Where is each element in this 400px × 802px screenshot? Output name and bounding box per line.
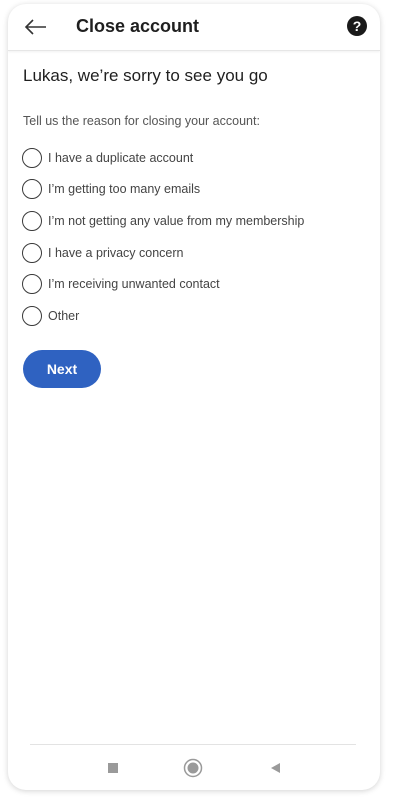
reason-option-unwanted-contact[interactable]: I’m receiving unwanted contact <box>22 268 372 300</box>
farewell-heading: Lukas, we’re sorry to see you go <box>23 66 268 85</box>
option-label: I have a duplicate account <box>48 150 194 165</box>
radio-button[interactable] <box>22 179 42 200</box>
radio-button[interactable] <box>22 147 42 168</box>
back-button[interactable] <box>20 12 52 42</box>
system-nav-bar <box>30 744 356 790</box>
radio-button[interactable] <box>22 274 42 295</box>
reason-option-duplicate[interactable]: I have a duplicate account <box>22 142 372 174</box>
radio-button[interactable] <box>22 242 42 263</box>
home-circle-icon <box>183 758 203 778</box>
option-label: I’m not getting any value from my member… <box>48 213 305 228</box>
reason-options: I have a duplicate account I’m getting t… <box>22 142 372 332</box>
recents-button[interactable] <box>102 757 124 779</box>
reason-option-privacy[interactable]: I have a privacy concern <box>22 237 372 269</box>
reason-option-too-many-emails[interactable]: I’m getting too many emails <box>22 174 372 206</box>
radio-button[interactable] <box>22 210 42 231</box>
help-icon: ? <box>352 18 362 34</box>
nav-back-button[interactable] <box>264 757 286 779</box>
radio-button[interactable] <box>22 305 42 326</box>
next-button[interactable]: Next <box>23 350 101 388</box>
page-title: Close account <box>76 16 200 36</box>
phone-screen: Close account ? Lukas, we’re sorry to se… <box>8 4 380 790</box>
option-label: I’m getting too many emails <box>48 182 201 197</box>
home-button[interactable] <box>182 757 204 779</box>
recents-square-icon <box>108 763 118 773</box>
option-label: I’m receiving unwanted contact <box>48 277 220 292</box>
reason-prompt: Tell us the reason for closing your acco… <box>23 114 260 128</box>
reason-option-no-value[interactable]: I’m not getting any value from my member… <box>22 205 372 237</box>
back-triangle-icon <box>271 763 280 773</box>
help-button[interactable]: ? <box>347 16 367 36</box>
reason-option-other[interactable]: Other <box>22 300 372 332</box>
option-label: I have a privacy concern <box>48 245 184 260</box>
option-label: Other <box>48 308 80 323</box>
app-header: Close account ? <box>8 4 380 51</box>
back-arrow-icon <box>24 19 46 35</box>
